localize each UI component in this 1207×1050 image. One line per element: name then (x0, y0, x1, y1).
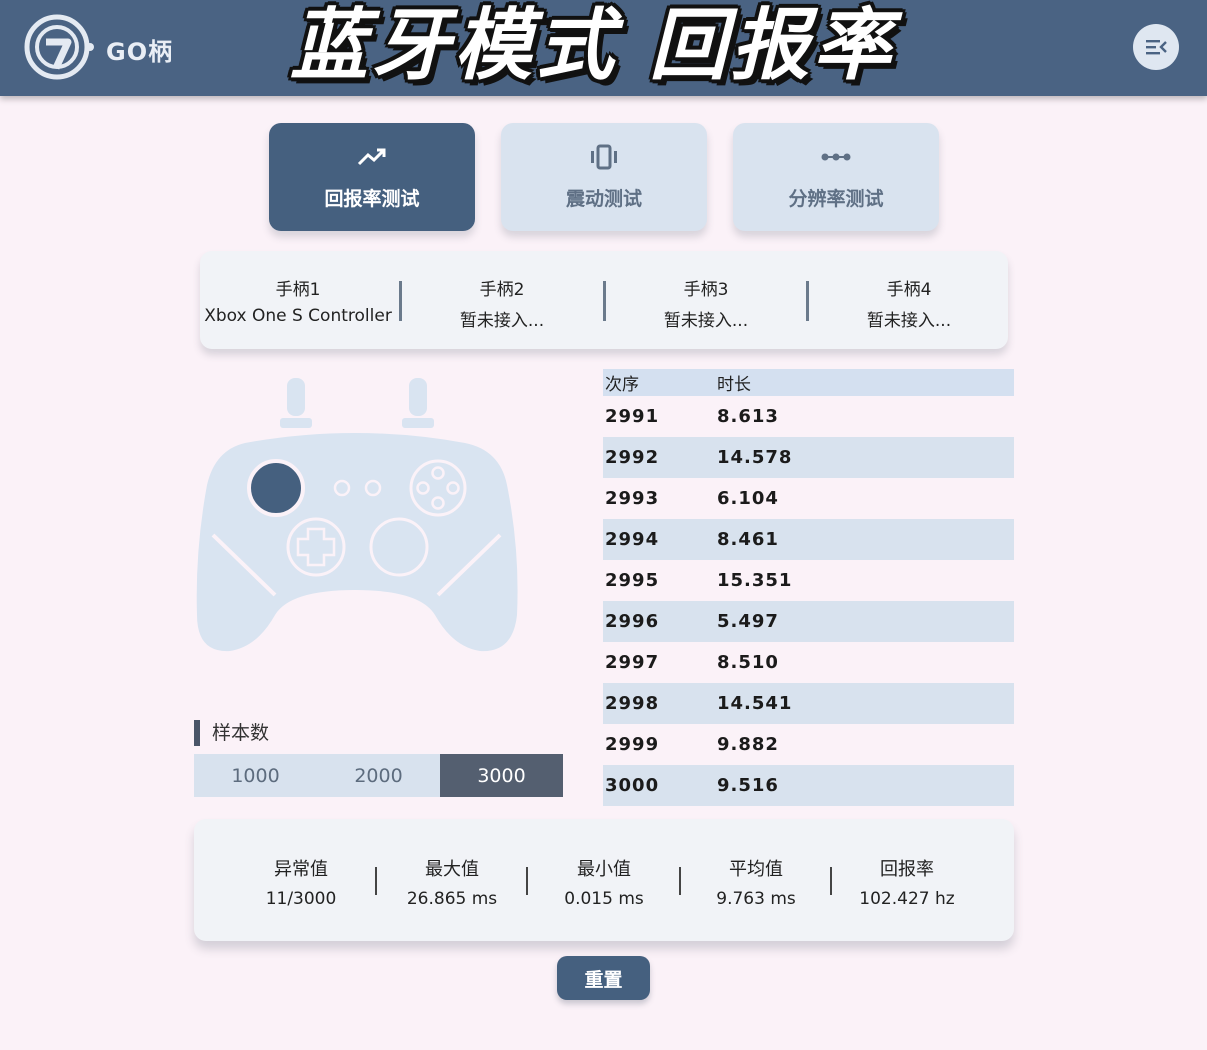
divider (526, 867, 528, 895)
app-logo-icon (24, 14, 94, 80)
stat-min: 最小值 0.015 ms (529, 855, 679, 909)
stat-value: 102.427 hz (859, 889, 955, 909)
table-row: 2996 5.497 (603, 601, 1014, 642)
table-header: 次序 时长 (603, 369, 1014, 396)
cell-index: 2995 (605, 570, 660, 591)
tab-report-rate[interactable]: 回报率测试 (269, 123, 475, 231)
stat-report-rate: 回报率 102.427 hz (832, 855, 982, 909)
controller-name: 手柄1 (275, 280, 321, 300)
stat-label: 最大值 (425, 859, 479, 880)
controller-status: 暂未接入... (866, 311, 952, 331)
controller-name: 手柄4 (886, 280, 932, 300)
sample-count-title: 样本数 (194, 720, 269, 746)
cell-duration: 5.497 (717, 611, 779, 632)
reset-button[interactable]: 重置 (557, 956, 650, 1000)
table-row: 3000 9.516 (603, 765, 1014, 806)
table-row: 2999 9.882 (603, 724, 1014, 765)
menu-button[interactable] (1133, 24, 1179, 70)
cell-duration: 8.510 (717, 652, 779, 673)
controller-selector: 手柄1 Xbox One S Controller 手柄2 暂未接入... 手柄… (200, 251, 1008, 349)
controller-slot-3[interactable]: 手柄3 暂未接入... (606, 275, 806, 331)
overlay-caption: 蓝牙模式 回报率 (290, 1, 896, 91)
dots-icon (821, 153, 851, 160)
vibration-icon (591, 144, 617, 169)
tab-resolution[interactable]: 分辨率测试 (733, 123, 939, 231)
cell-index: 2997 (605, 652, 660, 673)
stat-label: 回报率 (880, 859, 934, 880)
table-row: 2994 8.461 (603, 519, 1014, 560)
app-header: GO柄 蓝牙模式 回报率 (0, 0, 1207, 96)
controller-status: 暂未接入... (459, 311, 545, 331)
menu-collapse-icon (1146, 40, 1167, 55)
sample-count-selector: 1000 2000 3000 (194, 754, 563, 797)
cell-duration: 9.516 (717, 775, 779, 796)
controller-slot-4[interactable]: 手柄4 暂未接入... (809, 275, 1009, 331)
stat-max: 最大值 26.865 ms (377, 855, 527, 909)
cell-duration: 14.578 (717, 447, 793, 468)
cell-duration: 8.461 (717, 529, 779, 550)
controller-slot-1[interactable]: 手柄1 Xbox One S Controller (198, 275, 398, 326)
tab-vibration[interactable]: 震动测试 (501, 123, 707, 231)
stat-value: 9.763 ms (716, 889, 796, 909)
cell-index: 2993 (605, 488, 660, 509)
controller-status: 暂未接入... (663, 311, 749, 331)
tab-label: 震动测试 (565, 187, 642, 210)
cell-index: 2994 (605, 529, 660, 550)
table-row: 2991 8.613 (603, 396, 1014, 437)
cell-index: 2996 (605, 611, 660, 632)
stat-value: 26.865 ms (406, 889, 498, 909)
stat-outliers: 异常值 11/3000 (226, 855, 376, 909)
table-row: 2997 8.510 (603, 642, 1014, 683)
cell-index: 2998 (605, 693, 660, 714)
cell-index: 2991 (605, 406, 660, 427)
column-header-duration: 时长 (717, 375, 751, 395)
controller-status: Xbox One S Controller (204, 306, 392, 326)
cell-duration: 15.351 (717, 570, 793, 591)
stats-summary: 异常值 11/3000 最大值 26.865 ms 最小值 0.015 ms 平… (194, 819, 1014, 941)
table-row: 2995 15.351 (603, 560, 1014, 601)
tab-label: 回报率测试 (324, 187, 420, 210)
controller-name: 手柄2 (479, 280, 525, 300)
brand-name: GO柄 (106, 38, 174, 66)
table-row: 2993 6.104 (603, 478, 1014, 519)
cell-duration: 9.882 (717, 734, 779, 755)
controller-name: 手柄3 (683, 280, 729, 300)
stat-value: 0.015 ms (564, 889, 644, 909)
sample-option-2000[interactable]: 2000 (317, 754, 440, 797)
stat-label: 平均值 (729, 859, 783, 880)
table-row: 2998 14.541 (603, 683, 1014, 724)
stat-label: 异常值 (274, 859, 328, 880)
cell-index: 2992 (605, 447, 660, 468)
stat-label: 最小值 (577, 859, 631, 880)
report-rate-table: 次序 时长 2991 8.613 2992 14.578 2993 6.104 … (603, 369, 1014, 806)
tab-label: 分辨率测试 (788, 187, 884, 210)
cell-index: 3000 (605, 775, 660, 796)
cell-duration: 14.541 (717, 693, 793, 714)
table-row: 2992 14.578 (603, 437, 1014, 478)
gamepad-illustration (196, 378, 518, 652)
sample-option-3000[interactable]: 3000 (440, 754, 563, 797)
cell-duration: 8.613 (717, 406, 779, 427)
trending-up-icon (357, 148, 386, 165)
column-header-index: 次序 (605, 375, 639, 395)
cell-index: 2999 (605, 734, 660, 755)
cell-duration: 6.104 (717, 488, 779, 509)
sample-option-1000[interactable]: 1000 (194, 754, 317, 797)
stat-value: 11/3000 (265, 889, 337, 909)
controller-slot-2[interactable]: 手柄2 暂未接入... (402, 275, 602, 331)
stat-average: 平均值 9.763 ms (681, 855, 831, 909)
